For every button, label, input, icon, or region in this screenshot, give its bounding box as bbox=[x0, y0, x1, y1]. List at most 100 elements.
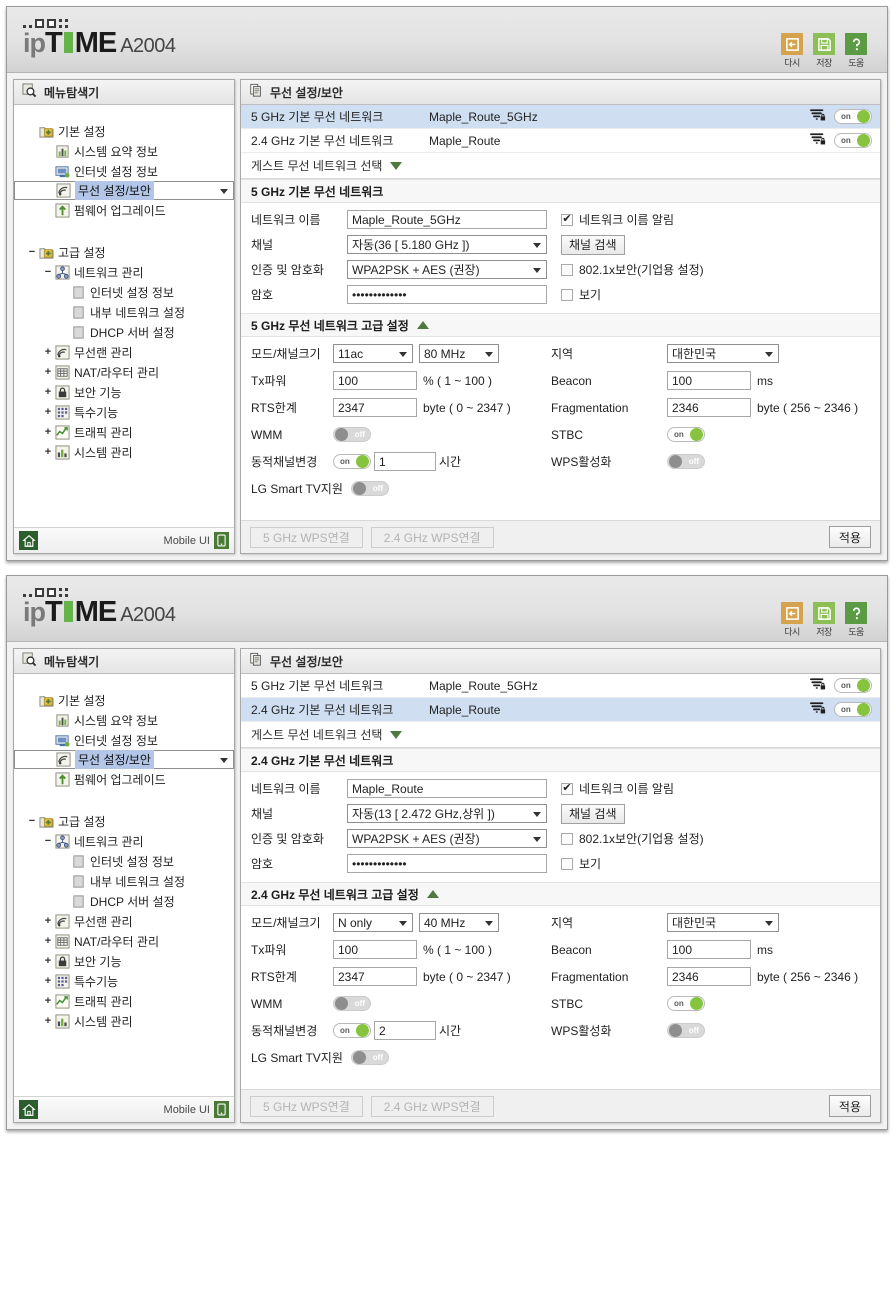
beacon-input[interactable] bbox=[667, 371, 751, 390]
sidebar-item-15[interactable]: + 시스템 관리 bbox=[14, 442, 234, 462]
adv-section-title[interactable]: 5 GHz 무선 네트워크 고급 설정 bbox=[241, 313, 880, 337]
sidebar-item-10[interactable]: + 무선랜 관리 bbox=[14, 342, 234, 362]
txpower-input[interactable] bbox=[333, 371, 417, 390]
ssid-broadcast-checkbox[interactable] bbox=[561, 782, 573, 795]
sidebar-item-9[interactable]: DHCP 서버 설정 bbox=[14, 322, 234, 342]
stbc-toggle[interactable]: on bbox=[667, 996, 705, 1011]
home-button[interactable] bbox=[19, 531, 38, 550]
tree-expander[interactable]: − bbox=[42, 266, 54, 278]
channel-select[interactable]: 자동(13 [ 2.472 GHz,상위 ]) bbox=[347, 804, 547, 823]
sidebar-item-3[interactable]: 무선 설정/보안 bbox=[14, 181, 234, 200]
header-save-button[interactable]: 저장 bbox=[811, 33, 837, 69]
sidebar-item-14[interactable]: + 트래픽 관리 bbox=[14, 422, 234, 442]
tree-expander[interactable]: + bbox=[42, 975, 54, 987]
region-select[interactable]: 대한민국 bbox=[667, 913, 779, 932]
sidebar-item-5[interactable]: − 고급 설정 bbox=[14, 242, 234, 262]
sidebar-item-10[interactable]: + 무선랜 관리 bbox=[14, 911, 234, 931]
dyn-toggle[interactable]: on bbox=[333, 454, 371, 469]
network-toggle-0[interactable]: on bbox=[834, 678, 872, 693]
bandwidth-select[interactable]: 40 MHz bbox=[419, 913, 499, 932]
sidebar-item-1[interactable]: 시스템 요약 정보 bbox=[14, 141, 234, 161]
wmm-toggle[interactable]: off bbox=[333, 996, 371, 1011]
dyn-hours-input[interactable] bbox=[374, 1021, 436, 1040]
dyn-toggle[interactable]: on bbox=[333, 1023, 371, 1038]
wifi-lock-icon[interactable] bbox=[810, 132, 826, 149]
ssid-input[interactable] bbox=[347, 779, 547, 798]
tree-expander[interactable]: + bbox=[42, 915, 54, 927]
mode-select[interactable]: 11ac bbox=[333, 344, 413, 363]
network-row-0[interactable]: 5 GHz 기본 무선 네트워크 Maple_Route_5GHz on bbox=[241, 105, 880, 129]
sidebar-item-0[interactable]: 기본 설정 bbox=[14, 121, 234, 141]
rts-input[interactable] bbox=[333, 967, 417, 986]
sidebar-item-15[interactable]: + 시스템 관리 bbox=[14, 1011, 234, 1031]
show-password-checkbox[interactable] bbox=[561, 857, 573, 870]
apply-button[interactable]: 적용 bbox=[828, 526, 871, 548]
guest-network-selector[interactable]: 게스트 무선 네트워크 선택 bbox=[241, 153, 880, 179]
sidebar-item-8[interactable]: 내부 네트워크 설정 bbox=[14, 302, 234, 322]
sidebar-item-4[interactable]: 펌웨어 업그레이드 bbox=[14, 200, 234, 220]
sidebar-item-12[interactable]: + 보안 기능 bbox=[14, 382, 234, 402]
tree-expander[interactable]: + bbox=[42, 995, 54, 1007]
sidebar-item-13[interactable]: + 특수기능 bbox=[14, 971, 234, 991]
txpower-input[interactable] bbox=[333, 940, 417, 959]
tree-expander[interactable]: + bbox=[42, 1015, 54, 1027]
tree-expander[interactable]: + bbox=[42, 406, 54, 418]
header-reset-button[interactable]: 다시 bbox=[779, 602, 805, 638]
password-input[interactable] bbox=[347, 854, 547, 873]
tree-expander[interactable]: − bbox=[42, 835, 54, 847]
wps-24ghz-button[interactable]: 2.4 GHz WPS연결 bbox=[370, 526, 494, 548]
network-toggle-1[interactable]: on bbox=[834, 133, 872, 148]
network-row-1[interactable]: 2.4 GHz 기본 무선 네트워크 Maple_Route on bbox=[241, 698, 880, 722]
chevron-down-icon[interactable] bbox=[390, 730, 403, 739]
chevron-up-icon[interactable] bbox=[426, 890, 439, 898]
region-select[interactable]: 대한민국 bbox=[667, 344, 779, 363]
sidebar-item-7[interactable]: 인터넷 설정 정보 bbox=[14, 851, 234, 871]
frag-input[interactable] bbox=[667, 398, 751, 417]
sidebar-item-2[interactable]: 인터넷 설정 정보 bbox=[14, 161, 234, 181]
channel-select[interactable]: 자동(36 [ 5.180 GHz ]) bbox=[347, 235, 547, 254]
sidebar-item-0[interactable]: 기본 설정 bbox=[14, 690, 234, 710]
home-button[interactable] bbox=[19, 1100, 38, 1119]
enterprise-checkbox[interactable] bbox=[561, 832, 573, 845]
tree-expander[interactable]: + bbox=[42, 955, 54, 967]
channel-scan-button[interactable]: 채널 검색 bbox=[561, 234, 625, 255]
sidebar-item-11[interactable]: + NAT/라우터 관리 bbox=[14, 931, 234, 951]
sidebar-item-13[interactable]: + 특수기능 bbox=[14, 402, 234, 422]
sidebar-item-14[interactable]: + 트래픽 관리 bbox=[14, 991, 234, 1011]
tree-expander[interactable]: − bbox=[26, 246, 38, 258]
network-row-1[interactable]: 2.4 GHz 기본 무선 네트워크 Maple_Route on bbox=[241, 129, 880, 153]
wps-5ghz-button[interactable]: 5 GHz WPS연결 bbox=[250, 526, 363, 548]
adv-section-title[interactable]: 2.4 GHz 무선 네트워크 고급 설정 bbox=[241, 882, 880, 906]
sidebar-item-6[interactable]: − 네트워크 관리 bbox=[14, 831, 234, 851]
enterprise-checkbox[interactable] bbox=[561, 263, 573, 276]
tree-expander[interactable]: + bbox=[42, 935, 54, 947]
wifi-lock-icon[interactable] bbox=[810, 108, 826, 125]
ssid-broadcast-checkbox[interactable] bbox=[561, 213, 573, 226]
tree-expander[interactable]: − bbox=[26, 815, 38, 827]
auth-select[interactable]: WPA2PSK + AES (권장) bbox=[347, 829, 547, 848]
wps-toggle[interactable]: off bbox=[667, 1023, 705, 1038]
lgtv-toggle[interactable]: off bbox=[351, 1050, 389, 1065]
sidebar-item-12[interactable]: + 보안 기능 bbox=[14, 951, 234, 971]
sidebar-item-2[interactable]: 인터넷 설정 정보 bbox=[14, 730, 234, 750]
wmm-toggle[interactable]: off bbox=[333, 427, 371, 442]
wps-24ghz-button[interactable]: 2.4 GHz WPS연결 bbox=[370, 1095, 494, 1117]
channel-scan-button[interactable]: 채널 검색 bbox=[561, 803, 625, 824]
lgtv-toggle[interactable]: off bbox=[351, 481, 389, 496]
apply-button[interactable]: 적용 bbox=[828, 1095, 871, 1117]
dyn-hours-input[interactable] bbox=[374, 452, 436, 471]
wps-toggle[interactable]: off bbox=[667, 454, 705, 469]
ssid-input[interactable] bbox=[347, 210, 547, 229]
auth-select[interactable]: WPA2PSK + AES (권장) bbox=[347, 260, 547, 279]
password-input[interactable] bbox=[347, 285, 547, 304]
mobile-ui-link[interactable]: Mobile UI bbox=[164, 1101, 229, 1118]
wifi-lock-icon[interactable] bbox=[810, 677, 826, 694]
header-help-button[interactable]: 도움 bbox=[843, 33, 869, 69]
sidebar-item-8[interactable]: 내부 네트워크 설정 bbox=[14, 871, 234, 891]
show-password-checkbox[interactable] bbox=[561, 288, 573, 301]
tree-expander[interactable]: + bbox=[42, 346, 54, 358]
sidebar-item-4[interactable]: 펌웨어 업그레이드 bbox=[14, 769, 234, 789]
sidebar-item-7[interactable]: 인터넷 설정 정보 bbox=[14, 282, 234, 302]
sidebar-item-9[interactable]: DHCP 서버 설정 bbox=[14, 891, 234, 911]
tree-expander[interactable]: + bbox=[42, 366, 54, 378]
